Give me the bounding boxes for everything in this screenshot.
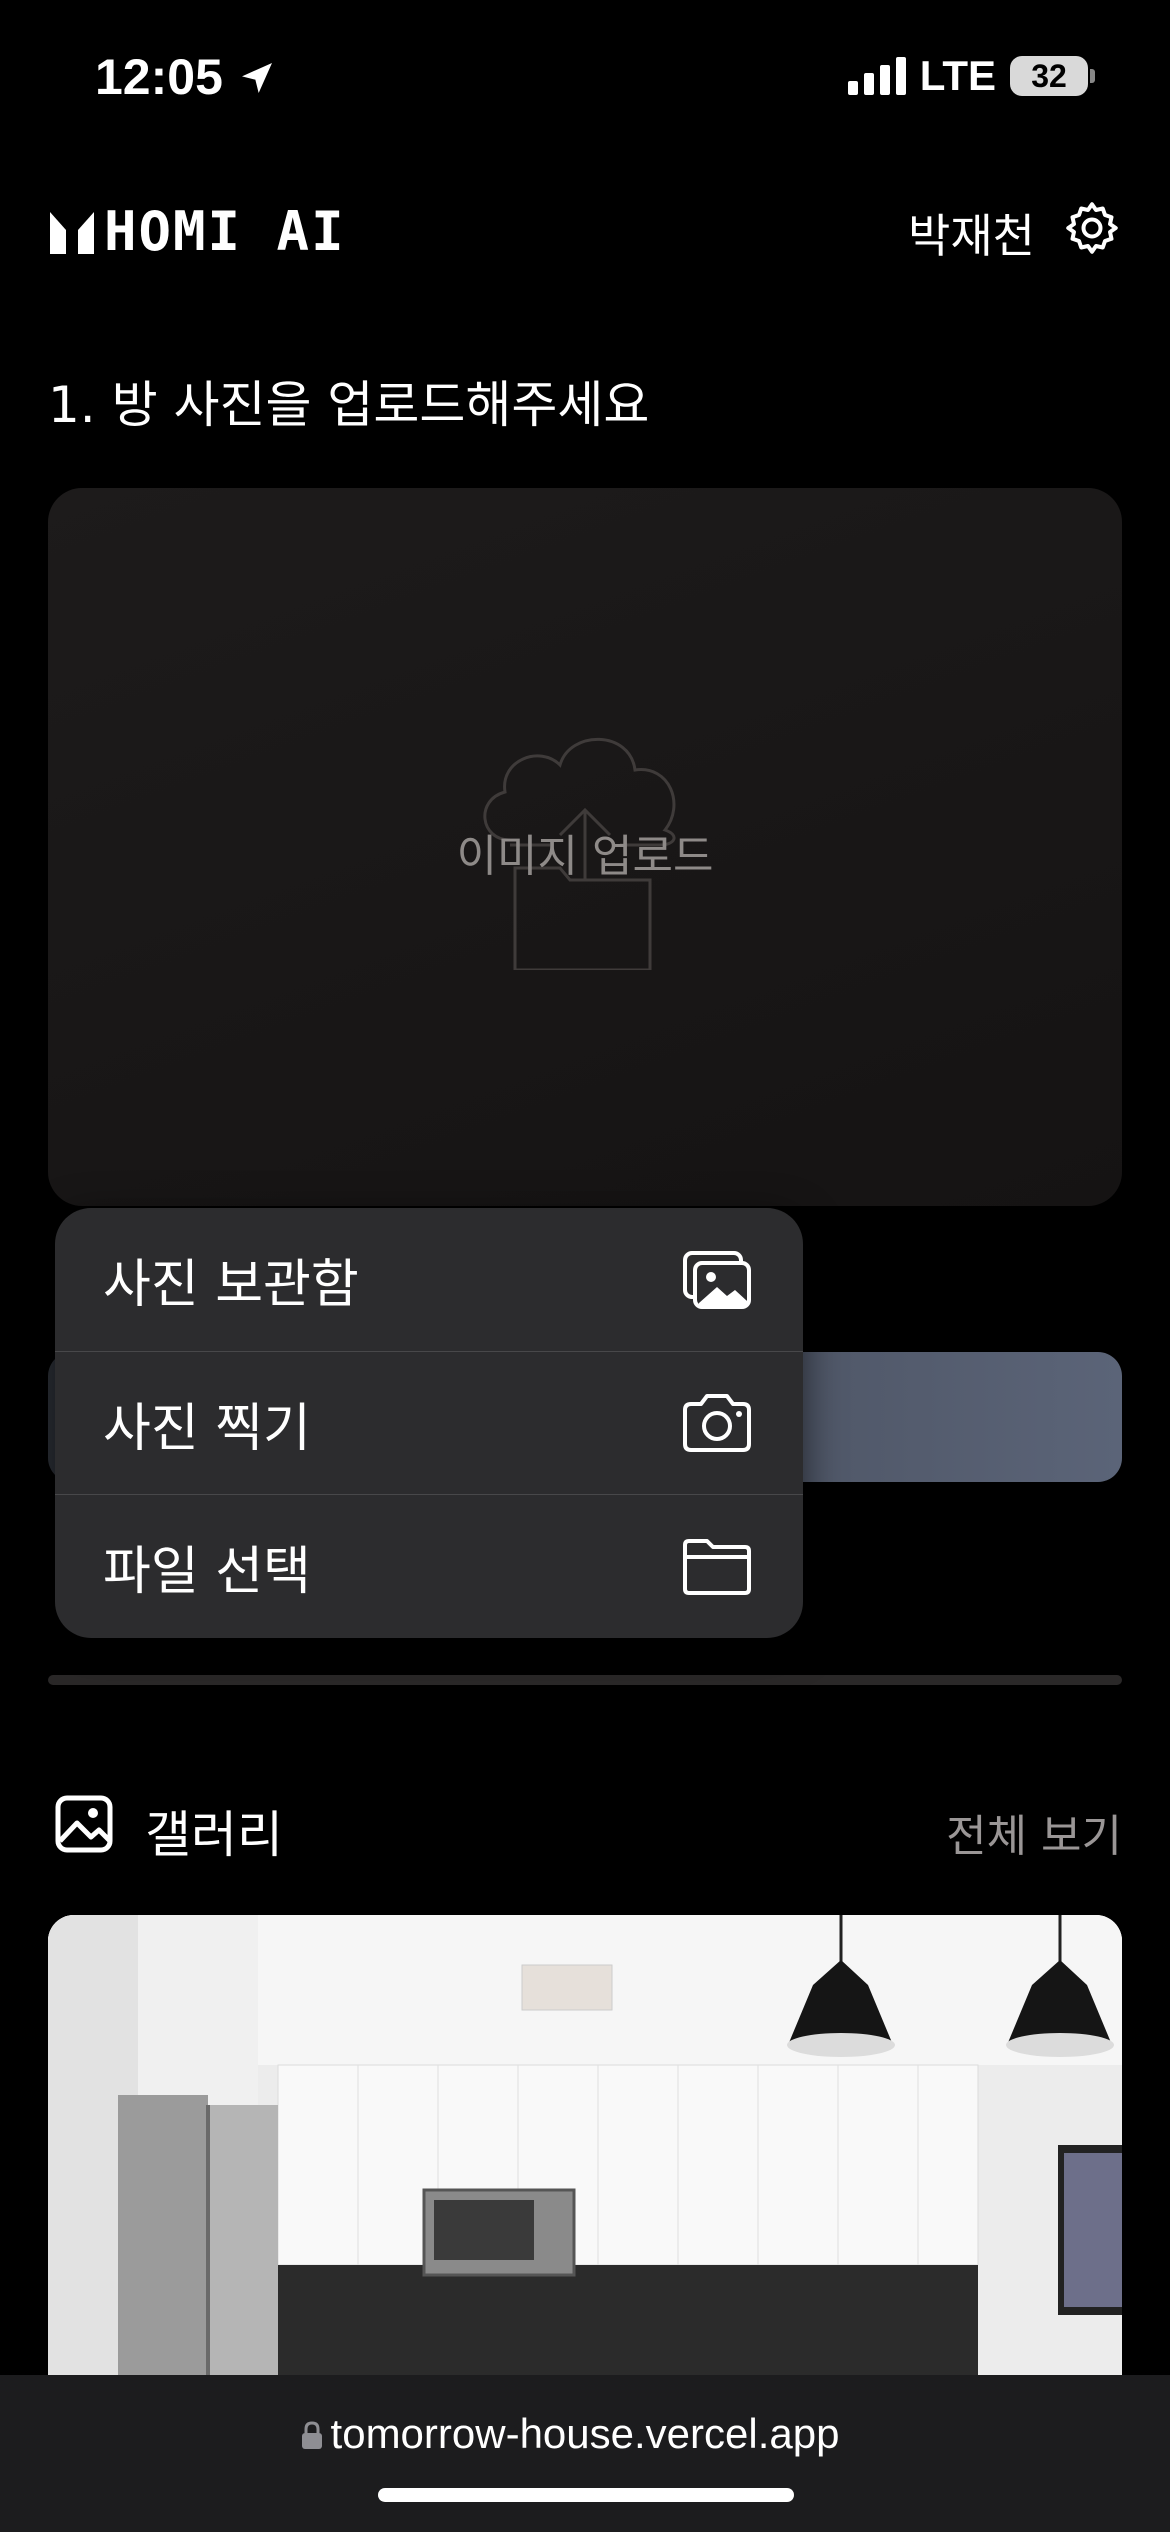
kitchen-photo [48,1915,1122,2375]
battery-level: 32 [1031,57,1067,94]
gallery-title: 갤러리 [145,1806,283,1864]
home-indicator[interactable] [378,2488,794,2502]
upload-source-menu: 사진 보관함 사진 찍기 파일 선택 [55,1208,803,1638]
status-time: 12:05 [95,48,277,106]
menu-item-take-photo[interactable]: 사진 찍기 [55,1351,803,1494]
step-title: 1. 방 사진을 업로드해주세요 [48,376,650,434]
menu-item-label: 사진 보관함 [103,1255,359,1315]
browser-url[interactable]: tomorrow-house.vercel.app [0,2410,1170,2458]
menu-item-label: 파일 선택 [103,1541,311,1602]
menu-item-choose-file[interactable]: 파일 선택 [55,1494,803,1637]
view-all-link[interactable]: 전체 보기 [946,1800,1122,1864]
gear-icon[interactable] [1062,198,1122,258]
status-indicators: LTE 32 [847,52,1095,100]
battery-icon: 32 [1010,56,1088,96]
section-divider [48,1675,1122,1685]
network-type: LTE [919,52,996,99]
user-name[interactable]: 박재천 [908,200,1035,266]
photo-library-icon [683,1250,751,1309]
logo-text: HOMI AI [104,200,346,263]
location-arrow-icon [241,63,272,93]
menu-item-label: 사진 찍기 [103,1398,311,1459]
menu-item-photo-library[interactable]: 사진 보관함 [55,1208,803,1351]
camera-icon [683,1394,751,1452]
folder-icon [683,1539,751,1595]
gallery-icon [55,1795,113,1853]
upload-label: 이미지 업로드 [456,831,714,882]
signal-icon [847,57,906,95]
app-logo[interactable]: HOMI AI [48,200,346,263]
gallery-image-kitchen[interactable] [48,1915,1122,2375]
homi-logo-icon [50,211,94,254]
